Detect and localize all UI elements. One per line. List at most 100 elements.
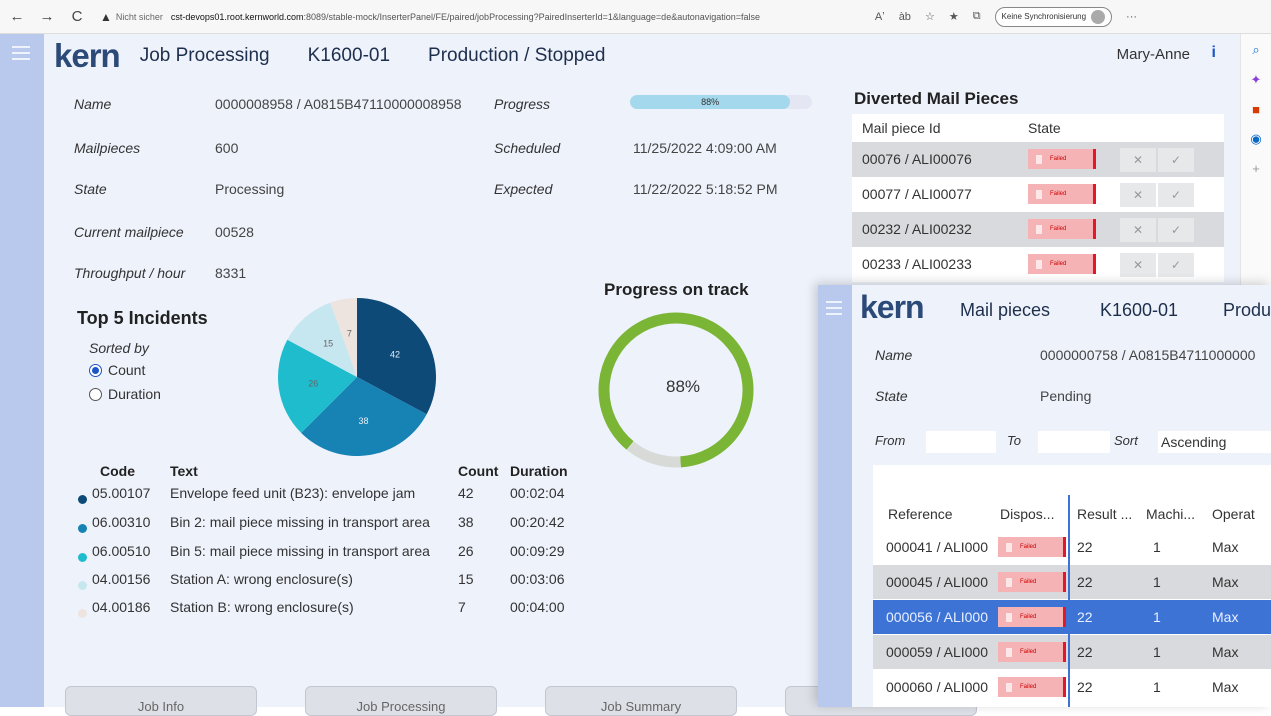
progress-bar: 88% [630,95,812,109]
accept-button[interactable]: ✓ [1158,148,1194,172]
to-label: To [1007,433,1021,448]
accept-button[interactable]: ✓ [1158,253,1194,277]
legend-dot-icon [78,609,87,618]
to-input[interactable] [1038,431,1110,453]
overlay-name-value: 0000000758 / A0815B4711000000 [1040,347,1256,363]
reject-button[interactable]: ✕ [1120,148,1156,172]
translate-icon[interactable]: àb [899,11,911,23]
job-processing-button[interactable]: Job Processing [305,686,497,716]
warning-icon: ▲ [100,9,112,24]
mail-piece-row[interactable]: 000045 / ALI000 Failed 22 1 Max [873,565,1271,599]
mail-piece-id: 00232 / ALI00232 [862,221,972,237]
failed-label: Failed [1020,614,1037,620]
sort-count-radio[interactable]: Count [89,362,145,378]
from-input[interactable] [926,431,996,453]
accept-button[interactable]: ✓ [1158,218,1194,242]
name-value: 0000008958 / A0815B47110000008958 [215,96,462,112]
failed-label: Failed [1050,226,1067,232]
col-reference: Reference [888,506,953,522]
overlay-menu-icon[interactable] [826,301,842,319]
machine-status: Production / Stopped [428,45,606,66]
operator-cell: Max [1212,644,1239,660]
mail-piece-row[interactable]: 000041 / ALI000 Failed 22 1 Max [873,530,1271,564]
address-bar[interactable]: cst-devops01.root.kernworld.com:8089/sta… [171,12,861,22]
overlay-state-label: State [875,388,908,404]
sort-duration-label: Duration [108,386,161,402]
mailpieces-label: Mailpieces [74,140,141,156]
reject-button[interactable]: ✕ [1120,218,1156,242]
reject-icon: ✕ [1132,258,1144,272]
accept-icon: ✓ [1170,153,1182,167]
diverted-title: Diverted Mail Pieces [854,89,1019,108]
failed-badge: Failed [1028,219,1096,239]
more-icon[interactable]: ··· [1126,11,1137,23]
sort-count-label: Count [108,362,146,378]
reload-icon[interactable]: C [64,4,90,30]
mail-pieces-window: kern Mail pieces K1600-01 Produ Name 000… [818,285,1271,707]
mail-piece-row[interactable]: 000060 / ALI000 Failed 22 1 Max [873,670,1271,704]
radio-checked-icon [89,363,102,377]
incident-count: 15 [458,571,474,587]
progress-fill: 88% [630,95,791,109]
back-icon[interactable]: ← [4,4,30,30]
job-summary-button[interactable]: Job Summary [545,686,737,716]
overlay-kern-logo: kern [860,289,925,325]
outlook-icon[interactable]: ◉ [1250,131,1261,147]
diverted-row[interactable]: 00233 / ALI00233 Failed ✕ ✓ [852,247,1224,282]
incident-row[interactable]: 06.00510 Bin 5: mail piece missing in tra… [78,543,598,571]
incident-row[interactable]: 06.00310 Bin 2: mail piece missing in tra… [78,514,598,542]
reject-button[interactable]: ✕ [1120,253,1156,277]
security-indicator[interactable]: ▲ Nicht sicher [100,10,163,24]
failed-badge: Failed [998,642,1066,662]
mail-piece-id: 00076 / ALI00076 [862,151,972,167]
column-resize-handle[interactable] [1068,495,1070,707]
current-mailpiece-label: Current mailpiece [74,224,184,240]
diverted-row[interactable]: 00077 / ALI00077 Failed ✕ ✓ [852,177,1224,212]
accept-button[interactable]: ✓ [1158,183,1194,207]
current-mailpiece-value: 00528 [215,224,254,240]
favorite-icon[interactable]: ☆ [925,10,935,23]
incident-code: 04.00186 [92,599,151,615]
incident-row[interactable]: 04.00186 Station B: wrong enclosure(s) 7 00… [78,599,598,627]
search-icon[interactable]: ⌕ [1252,42,1259,58]
throughput-value: 8331 [215,265,247,281]
info-icon[interactable]: i [1212,44,1216,62]
incident-row[interactable]: 05.00107 Envelope feed unit (B23): envelo… [78,485,598,513]
incident-duration: 00:04:00 [510,599,565,615]
gauge-value: 88% [666,377,701,396]
sort-duration-radio[interactable]: Duration [89,386,161,402]
accept-icon: ✓ [1170,258,1182,272]
machine-cell: 1 [1153,644,1161,660]
failed-badge: Failed [998,607,1066,627]
sparkle-icon[interactable]: ✦ [1251,72,1262,88]
reject-icon: ✕ [1132,188,1144,202]
security-label: Nicht sicher [115,11,163,22]
state-value: Processing [215,181,285,197]
mailpieces-value: 600 [215,140,239,156]
diverted-row[interactable]: 00076 / ALI00076 Failed ✕ ✓ [852,142,1224,177]
overlay-name-label: Name [875,347,913,363]
incident-count: 7 [458,599,466,615]
menu-icon[interactable] [12,46,30,64]
forward-icon[interactable]: → [34,4,60,30]
user-name[interactable]: Mary-Anne [1117,46,1190,63]
mail-piece-row[interactable]: 000059 / ALI000 Failed 22 1 Max [873,635,1271,669]
diverted-row[interactable]: 00232 / ALI00232 Failed ✕ ✓ [852,212,1224,247]
read-aloud-icon[interactable]: Aʼ [875,11,885,23]
collections-icon[interactable]: ⧉ [973,10,981,23]
reject-button[interactable]: ✕ [1120,183,1156,207]
mail-piece-row[interactable]: 000056 / ALI000 Failed 22 1 Max [873,600,1271,634]
job-info-button[interactable]: Job Info [65,686,257,716]
add-icon[interactable]: + [1252,161,1260,176]
office-icon[interactable]: ■ [1252,102,1260,117]
pie-slice-label: 15 [323,339,333,349]
sync-button[interactable]: Keine Synchronisierung [994,6,1113,27]
sort-select[interactable]: Ascending [1158,431,1271,453]
mail-piece-id: 00233 / ALI00233 [862,256,972,272]
failed-label: Failed [1020,649,1037,655]
favorites-icon[interactable]: ★ [949,10,959,23]
failed-badge: Failed [1028,149,1096,169]
incident-row[interactable]: 04.00156 Station A: wrong enclosure(s) 15 0… [78,571,598,599]
legend-dot-icon [78,553,87,562]
overlay-machine-id: K1600-01 [1100,300,1179,320]
